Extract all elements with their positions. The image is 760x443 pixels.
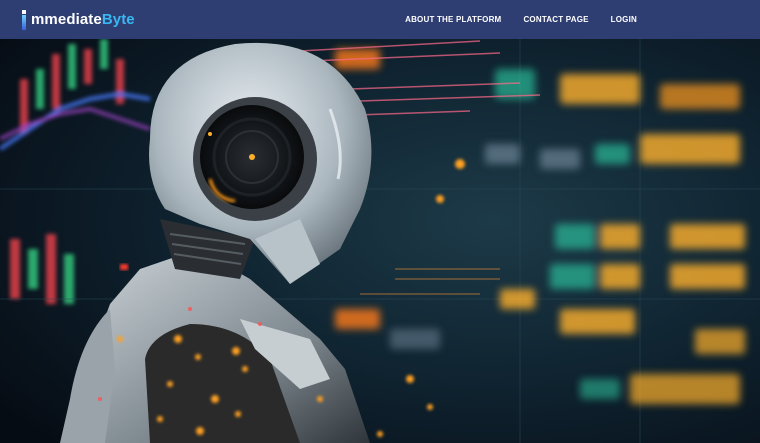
brand-name: mmediateByte (31, 11, 135, 28)
logo-i-mark-icon (22, 9, 26, 30)
site-header: mmediateByte ABOUT THE PLATFORM CONTACT … (0, 0, 760, 39)
nav-contact-page[interactable]: CONTACT PAGE (523, 15, 588, 24)
hero-image (0, 39, 760, 443)
robot-illustration (0, 39, 760, 443)
nav-about-platform[interactable]: ABOUT THE PLATFORM (405, 15, 501, 24)
brand-name-prefix: mmediate (31, 11, 102, 28)
main-nav: ABOUT THE PLATFORM CONTACT PAGE LOGIN (405, 15, 637, 24)
nav-login[interactable]: LOGIN (611, 15, 637, 24)
brand-name-suffix: Byte (101, 11, 135, 28)
brand-logo[interactable]: mmediateByte (22, 9, 135, 30)
